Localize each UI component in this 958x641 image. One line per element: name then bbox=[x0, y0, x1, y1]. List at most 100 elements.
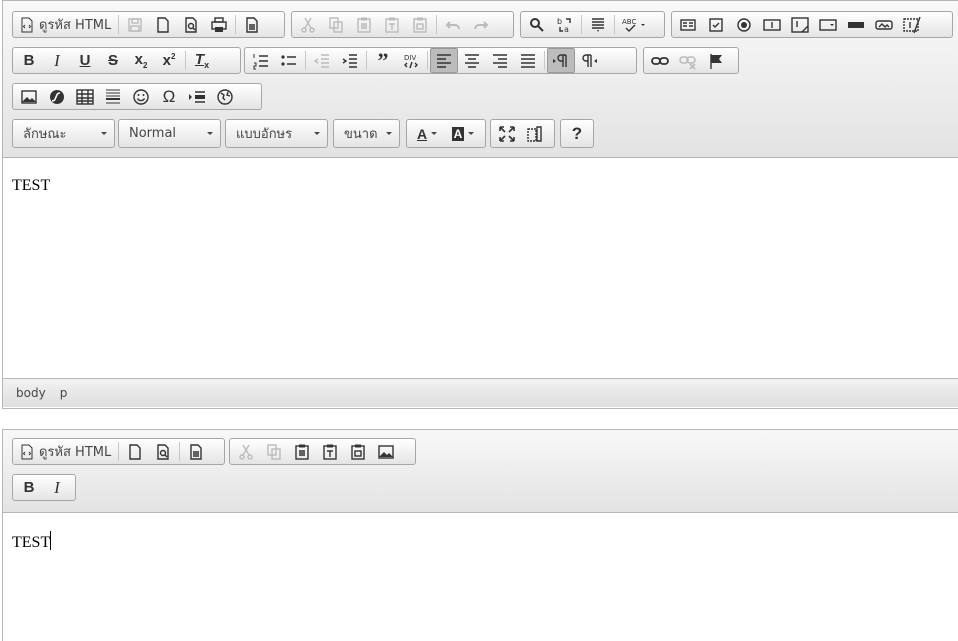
strike-button[interactable]: S bbox=[99, 48, 127, 73]
paste-icon bbox=[357, 17, 371, 33]
paste-button[interactable] bbox=[288, 439, 316, 464]
cut-button[interactable] bbox=[232, 439, 260, 464]
align-center-button[interactable] bbox=[458, 48, 486, 73]
paste-text-button[interactable] bbox=[316, 439, 344, 464]
italic-button[interactable]: I bbox=[43, 475, 71, 500]
preview-icon bbox=[157, 443, 169, 460]
chevron-down-icon bbox=[207, 132, 213, 135]
cut-button[interactable] bbox=[294, 12, 322, 37]
save-button[interactable] bbox=[121, 12, 149, 37]
unlink-button[interactable] bbox=[674, 48, 702, 73]
editor-1-content[interactable]: TEST bbox=[12, 177, 50, 195]
bg-color-icon: A bbox=[451, 126, 465, 141]
maximize-icon bbox=[499, 125, 515, 142]
replace-button[interactable]: ba bbox=[551, 12, 579, 37]
editor-2-content[interactable]: TEST bbox=[12, 531, 52, 552]
form-icon bbox=[680, 18, 696, 31]
hidden-field-button[interactable] bbox=[898, 12, 926, 37]
iframe-button[interactable] bbox=[211, 84, 239, 109]
horizontal-rule-button[interactable] bbox=[99, 84, 127, 109]
special-char-button[interactable]: Ω bbox=[155, 84, 183, 109]
select-all-button[interactable] bbox=[584, 12, 612, 37]
justify-button[interactable] bbox=[514, 48, 542, 73]
ltr-direction-button[interactable] bbox=[547, 48, 575, 73]
table-button[interactable] bbox=[71, 84, 99, 109]
select-field-button[interactable] bbox=[814, 12, 842, 37]
page-break-icon bbox=[189, 90, 205, 103]
source-icon bbox=[21, 17, 33, 32]
indent-button[interactable] bbox=[336, 48, 364, 73]
chevron-down-icon bbox=[468, 132, 475, 135]
save-icon bbox=[128, 17, 142, 32]
paste-button[interactable] bbox=[350, 12, 378, 37]
button-field-button[interactable] bbox=[842, 12, 870, 37]
separator bbox=[179, 442, 181, 461]
copy-button[interactable] bbox=[322, 12, 350, 37]
bold-button[interactable]: B bbox=[15, 475, 43, 500]
font-combo[interactable]: แบบอักษร bbox=[225, 119, 328, 148]
anchor-button[interactable] bbox=[702, 48, 730, 73]
smiley-button[interactable] bbox=[127, 84, 155, 109]
textarea-button[interactable] bbox=[786, 12, 814, 37]
templates-button[interactable] bbox=[238, 12, 266, 37]
path-item-body[interactable]: body bbox=[16, 386, 46, 400]
underline-button[interactable]: U bbox=[71, 48, 99, 73]
undo-button[interactable] bbox=[439, 12, 467, 37]
paste-text-button[interactable] bbox=[378, 12, 406, 37]
image-button[interactable] bbox=[372, 439, 400, 464]
size-combo[interactable]: ขนาด bbox=[333, 119, 400, 148]
paste-text-icon bbox=[385, 17, 399, 33]
preview-button[interactable] bbox=[177, 12, 205, 37]
text-field-button[interactable] bbox=[758, 12, 786, 37]
paste-word-button[interactable] bbox=[344, 439, 372, 464]
source-button[interactable]: ดูรหัส HTML bbox=[15, 14, 116, 35]
page-break-button[interactable] bbox=[183, 84, 211, 109]
find-button[interactable] bbox=[523, 12, 551, 37]
source-label: ดูรหัส HTML bbox=[39, 18, 112, 33]
templates-button[interactable] bbox=[182, 439, 210, 464]
print-button[interactable] bbox=[205, 12, 233, 37]
svg-text:DIV: DIV bbox=[404, 54, 416, 62]
preview-button[interactable] bbox=[149, 439, 177, 464]
div-container-button[interactable]: DIV bbox=[397, 48, 425, 73]
blockquote-button[interactable]: ” bbox=[369, 48, 397, 73]
path-item-p[interactable]: p bbox=[60, 386, 68, 400]
radio-button[interactable] bbox=[730, 12, 758, 37]
help-button[interactable]: ? bbox=[563, 121, 591, 146]
bold-icon: B bbox=[23, 479, 35, 496]
bold-icon: B bbox=[23, 52, 35, 69]
italic-button[interactable]: I bbox=[43, 48, 71, 73]
rtl-direction-button[interactable] bbox=[575, 48, 603, 73]
remove-format-button[interactable]: Tx bbox=[188, 48, 216, 73]
outdent-button[interactable] bbox=[308, 48, 336, 73]
image-button-field-button[interactable] bbox=[870, 12, 898, 37]
form-button[interactable] bbox=[674, 12, 702, 37]
unlink-icon bbox=[679, 55, 696, 70]
subscript-button[interactable]: x2 bbox=[127, 48, 155, 73]
bulleted-list-button[interactable] bbox=[275, 48, 303, 73]
bg-color-button[interactable]: A bbox=[445, 121, 481, 146]
checkbox-button[interactable] bbox=[702, 12, 730, 37]
text-color-button[interactable]: A bbox=[409, 121, 445, 146]
align-right-button[interactable] bbox=[486, 48, 514, 73]
flash-icon bbox=[50, 89, 64, 104]
bold-button[interactable]: B bbox=[15, 48, 43, 73]
numbered-list-button[interactable] bbox=[247, 48, 275, 73]
style-combo[interactable]: ลักษณะ bbox=[12, 119, 115, 148]
copy-button[interactable] bbox=[260, 439, 288, 464]
link-button[interactable] bbox=[646, 48, 674, 73]
new-page-button[interactable] bbox=[121, 439, 149, 464]
indent-icon bbox=[342, 53, 357, 68]
redo-button[interactable] bbox=[467, 12, 495, 37]
flash-button[interactable] bbox=[43, 84, 71, 109]
show-blocks-button[interactable] bbox=[521, 121, 549, 146]
new-page-button[interactable] bbox=[149, 12, 177, 37]
superscript-button[interactable]: x2 bbox=[155, 48, 183, 73]
maximize-button[interactable] bbox=[493, 121, 521, 146]
source-button[interactable]: ดูรหัส HTML bbox=[15, 441, 116, 462]
image-button[interactable] bbox=[15, 84, 43, 109]
format-combo[interactable]: Normal bbox=[118, 119, 221, 148]
align-left-button[interactable] bbox=[430, 48, 458, 73]
paste-word-button[interactable] bbox=[406, 12, 434, 37]
spellcheck-button[interactable]: ABC bbox=[617, 12, 653, 37]
